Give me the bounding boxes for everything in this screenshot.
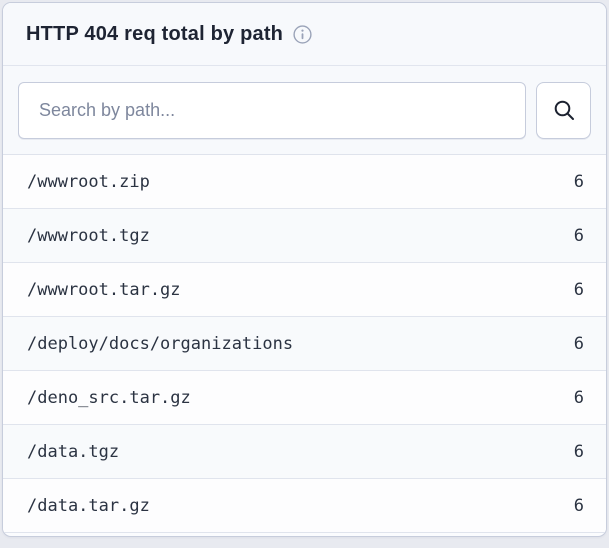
table-row: /wwwroot.tgz 6 [3, 209, 606, 263]
path-cell: /wwwroot.tgz [27, 226, 150, 246]
path-cell: /wwwroot.zip [27, 172, 150, 192]
count-cell: 6 [574, 496, 584, 516]
table-row: /wwwroot.zip 6 [3, 155, 606, 209]
info-icon[interactable] [293, 25, 312, 44]
widget-header: HTTP 404 req total by path [3, 3, 606, 66]
magnifier-icon [552, 98, 576, 122]
count-cell: 6 [574, 226, 584, 246]
search-button[interactable] [536, 82, 591, 139]
http-404-by-path-widget: HTTP 404 req total by path /wwwroot.zip … [2, 2, 607, 537]
count-cell: 6 [574, 172, 584, 192]
path-count-table: /wwwroot.zip 6 /wwwroot.tgz 6 /wwwroot.t… [3, 155, 606, 533]
count-cell: 6 [574, 388, 584, 408]
path-cell: /deploy/docs/organizations [27, 334, 293, 354]
table-row: /deploy/docs/organizations 6 [3, 317, 606, 371]
count-cell: 6 [574, 334, 584, 354]
table-row: /deno_src.tar.gz 6 [3, 371, 606, 425]
table-row: /data.tar.gz 6 [3, 479, 606, 533]
table-row: /wwwroot.tar.gz 6 [3, 263, 606, 317]
path-cell: /wwwroot.tar.gz [27, 280, 181, 300]
table-row: /data.tgz 6 [3, 425, 606, 479]
path-cell: /data.tar.gz [27, 496, 150, 516]
widget-title: HTTP 404 req total by path [26, 23, 283, 46]
search-bar [3, 66, 606, 155]
path-cell: /data.tgz [27, 442, 119, 462]
path-cell: /deno_src.tar.gz [27, 388, 191, 408]
search-input[interactable] [18, 82, 526, 139]
count-cell: 6 [574, 280, 584, 300]
count-cell: 6 [574, 442, 584, 462]
